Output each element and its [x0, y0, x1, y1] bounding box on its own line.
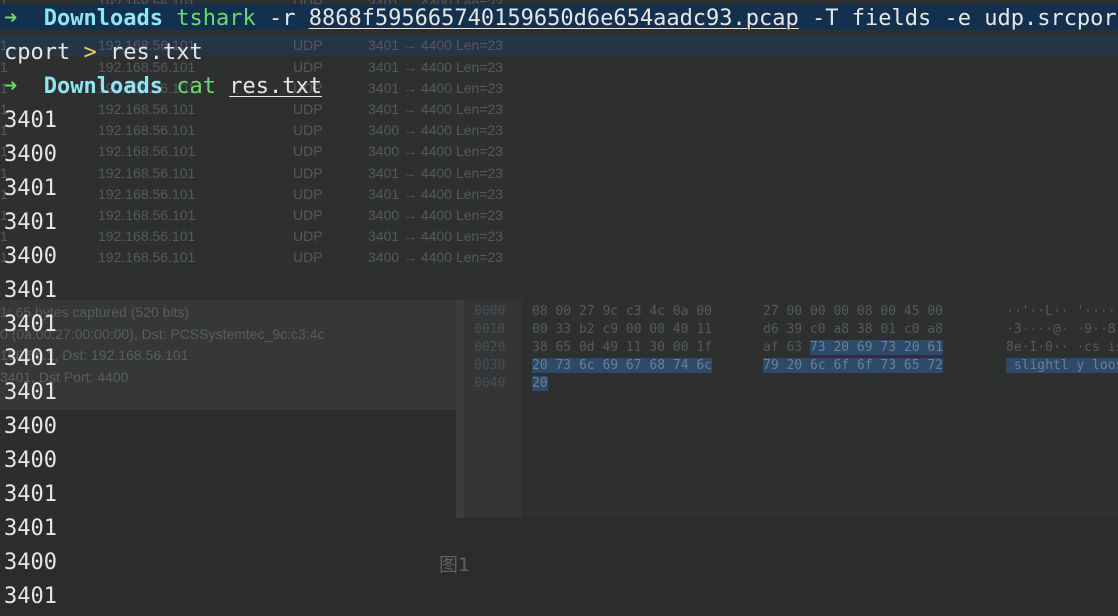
prompt-directory: Downloads	[43, 6, 163, 31]
output-line: 3401	[4, 312, 57, 337]
output-line: 3401	[4, 176, 57, 201]
prompt-directory: Downloads	[43, 74, 163, 99]
output-line: 3401	[4, 584, 57, 609]
command-program: cat	[176, 74, 216, 99]
terminal-command-line-2: cport > res.txt	[4, 38, 203, 68]
output-line: 3400	[4, 414, 57, 439]
prompt-arrow-icon: ➜	[4, 6, 18, 31]
redirect-operator: >	[83, 40, 97, 65]
output-line: 3400	[4, 550, 57, 575]
output-line: 3401	[4, 346, 57, 371]
wrapped-text: cport	[4, 40, 71, 65]
output-line: 3400	[4, 142, 57, 167]
command-program: tshark	[176, 6, 256, 31]
output-line: 3401	[4, 210, 57, 235]
terminal-window[interactable]: ➜ Downloads tshark -r 8868f5956657401596…	[0, 0, 1118, 616]
command-file-arg: res.txt	[229, 74, 322, 99]
redirect-target: res.txt	[109, 40, 203, 65]
terminal-command-line-3: ➜ Downloads cat res.txt	[4, 72, 322, 102]
command-flag: -r	[268, 6, 296, 31]
output-line: 3401	[4, 482, 57, 507]
output-line: 3401	[4, 108, 57, 133]
output-line: 3400	[4, 448, 57, 473]
command-options: -T fields -e udp.srcport	[812, 6, 1118, 31]
terminal-command-line-1: ➜ Downloads tshark -r 8868f5956657401596…	[4, 4, 1118, 34]
output-line: 3401	[4, 380, 57, 405]
command-file-arg: 8868f595665740159650d6e654aadc93.pcap	[308, 6, 799, 31]
prompt-arrow-icon: ➜	[4, 74, 18, 99]
output-line: 3401	[4, 516, 57, 541]
output-line: 3401	[4, 278, 57, 303]
output-line: 3400	[4, 244, 57, 269]
